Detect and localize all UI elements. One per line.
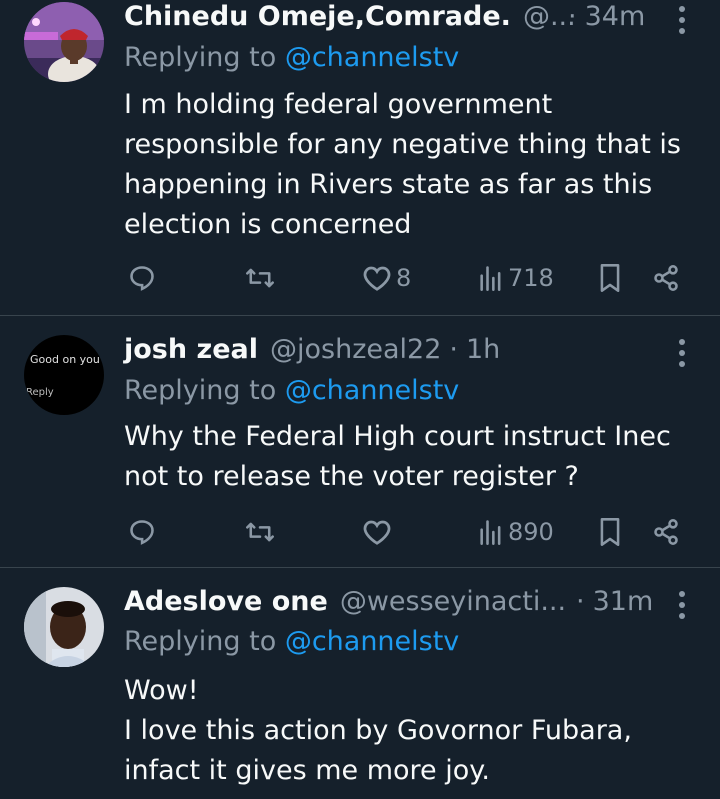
replying-to: Replying to @channelstv	[124, 42, 459, 73]
bookmark-button[interactable]	[598, 512, 622, 552]
replying-to-label: Replying to	[124, 42, 285, 73]
avatar-photo-icon	[24, 2, 104, 82]
share-button[interactable]	[652, 258, 680, 298]
share-icon	[654, 265, 678, 291]
tweet-text-line: Wow!	[124, 675, 199, 706]
replying-to: Replying to @channelstv	[124, 626, 459, 657]
views-button[interactable]: 890	[478, 512, 554, 552]
reply-icon	[130, 520, 154, 545]
author-handle[interactable]: @joshzeal22	[270, 334, 441, 365]
more-options-icon[interactable]	[678, 339, 686, 371]
reply-button[interactable]	[128, 258, 156, 298]
view-count: 890	[508, 518, 554, 546]
like-button[interactable]	[362, 512, 396, 552]
action-bar: 8 718	[0, 258, 720, 298]
author-name[interactable]: Chinedu Omeje,Comrade.	[124, 1, 511, 32]
timestamp[interactable]: · 31m	[576, 581, 653, 621]
tweet-text: I m holding federal government responsib…	[124, 89, 681, 240]
replying-to-label: Replying to	[124, 375, 285, 406]
avatar-photo-icon	[24, 587, 104, 667]
bookmark-icon	[600, 264, 620, 292]
share-icon	[654, 519, 678, 545]
heart-icon	[363, 520, 391, 545]
reply-icon	[130, 266, 154, 291]
action-bar: 890	[0, 512, 720, 552]
timestamp[interactable]: · 34m	[568, 0, 645, 36]
tweet-2[interactable]: Good on you Reply josh zeal @joshzeal22 …	[0, 316, 720, 567]
avatar-caption-reply: Reply	[26, 387, 54, 398]
views-button[interactable]: 718	[478, 258, 554, 298]
avatar-chinedu[interactable]	[24, 2, 104, 82]
separator-dot: ·	[568, 0, 577, 32]
like-button[interactable]: 8	[362, 258, 411, 298]
tweet-1[interactable]: Chinedu Omeje,Comrade. @... · 34m Replyi…	[0, 0, 720, 315]
avatar-adeslove[interactable]	[24, 587, 104, 667]
reply-button[interactable]	[128, 512, 156, 552]
views-chart-icon	[480, 520, 501, 545]
replying-to-label: Replying to	[124, 626, 285, 657]
retweet-icon	[246, 522, 274, 542]
tweet-text: Why the Federal High court instruct Inec…	[124, 421, 671, 492]
retweet-button[interactable]	[245, 258, 275, 298]
retweet-button[interactable]	[245, 512, 275, 552]
retweet-icon	[246, 268, 274, 288]
tweet-text-line: I love this action by Govornor Fubara, i…	[124, 715, 632, 786]
reply-mention-link[interactable]: @channelstv	[285, 42, 459, 73]
tweet-time[interactable]: 31m	[593, 586, 654, 617]
tweet-header: josh zeal @joshzeal22 · 1h	[124, 329, 720, 369]
tweet-time[interactable]: 1h	[466, 334, 500, 365]
like-count: 8	[396, 264, 412, 292]
heart-icon	[363, 266, 391, 291]
author-name[interactable]: Adeslove one	[124, 586, 328, 617]
reply-mention-link[interactable]: @channelstv	[285, 375, 459, 406]
view-count: 718	[508, 264, 554, 292]
author-name[interactable]: josh zeal	[124, 334, 258, 365]
bookmark-icon	[600, 518, 620, 546]
separator-dot: ·	[449, 333, 458, 365]
tweet-3[interactable]: Adeslove one @wesseyinacti... · 31m Repl…	[0, 568, 720, 799]
bookmark-button[interactable]	[598, 258, 622, 298]
tweet-time[interactable]: 34m	[585, 1, 646, 32]
more-options-icon[interactable]	[678, 6, 686, 38]
replying-to: Replying to @channelstv	[124, 375, 459, 406]
more-options-icon[interactable]	[678, 591, 686, 623]
views-chart-icon	[480, 266, 501, 291]
reply-mention-link[interactable]: @channelstv	[285, 626, 459, 657]
avatar-josh[interactable]: Good on you Reply	[24, 335, 104, 415]
separator-dot: ·	[576, 585, 585, 617]
avatar-caption: Good on you	[30, 353, 100, 366]
author-handle[interactable]: @wesseyinacti...	[340, 586, 566, 617]
tweet-text: Wow! I love this action by Govornor Fuba…	[124, 671, 704, 791]
share-button[interactable]	[652, 512, 680, 552]
